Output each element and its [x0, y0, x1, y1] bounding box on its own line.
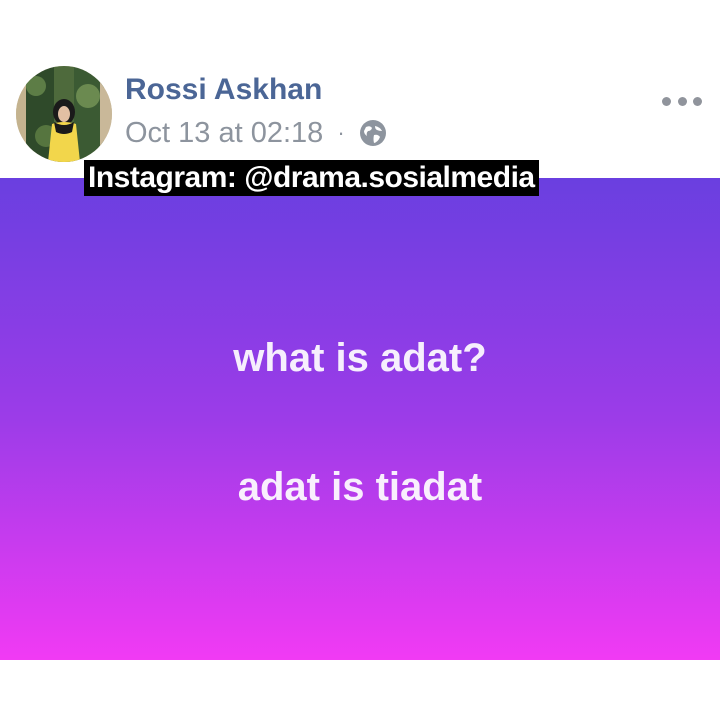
instagram-watermark: Instagram: @drama.sosialmedia [84, 160, 539, 196]
author-avatar[interactable] [16, 66, 112, 162]
author-name[interactable]: Rossi Askhan [125, 72, 322, 108]
post-meta: Oct 13 at 02:18 · [125, 113, 389, 153]
status-text-line: what is adat? [233, 336, 487, 380]
colored-status-card: what is adat? adat is tiadat [0, 178, 720, 660]
post-timestamp[interactable]: Oct 13 at 02:18 [125, 117, 323, 150]
avatar-photo [16, 66, 112, 162]
more-dot [677, 96, 687, 106]
status-text-line: adat is tiadat [237, 465, 483, 509]
globe-icon[interactable] [357, 117, 389, 149]
facebook-post: Rossi Askhan Oct 13 at 02:18 · what is a… [0, 0, 720, 720]
more-options-icon[interactable] [662, 92, 702, 110]
meta-separator: · [337, 120, 345, 145]
more-dot [662, 96, 671, 106]
more-dot [693, 96, 702, 106]
